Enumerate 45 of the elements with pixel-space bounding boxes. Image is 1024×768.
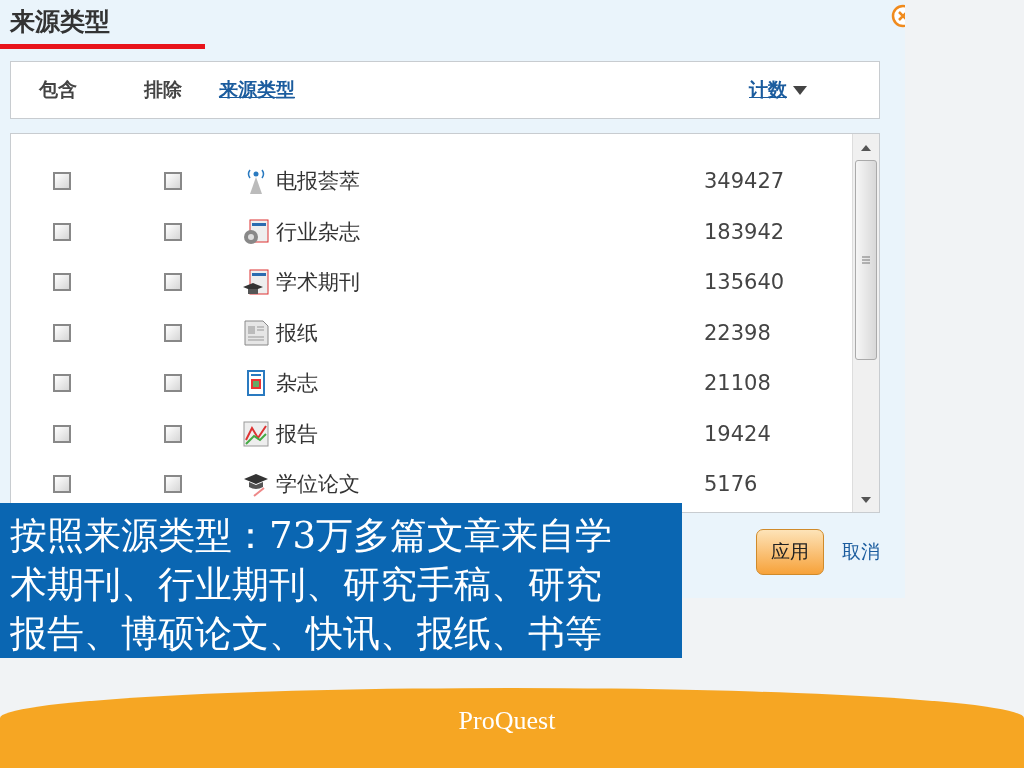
callout-text: 按照来源类型：73万多篇文章来自学术期刊、行业期刊、研究手稿、研究报告、博硕论文、快讯、报纸、书等 (10, 513, 614, 657)
count-value: 5176 (704, 472, 758, 497)
exclude-checkbox[interactable] (164, 424, 182, 443)
grip-icon (862, 256, 870, 264)
exclude-checkbox[interactable] (164, 374, 182, 393)
count-value: 135640 (704, 270, 785, 295)
include-checkbox[interactable] (53, 323, 71, 342)
line-chart-icon (242, 419, 270, 448)
column-header: 包含 (39, 77, 78, 102)
source-type-label: 电报荟萃 (276, 168, 361, 196)
count-value: 183942 (704, 219, 785, 244)
count-value: 22398 (704, 320, 771, 345)
include-checkbox[interactable] (53, 374, 71, 393)
include-checkbox[interactable] (53, 222, 71, 241)
include-checkbox[interactable] (53, 172, 71, 191)
column-link[interactable]: 来源类型 (219, 77, 749, 103)
cancel-link[interactable]: 取消 (842, 539, 880, 565)
include-checkbox[interactable] (53, 475, 71, 494)
exclude-checkbox[interactable] (164, 222, 182, 241)
source-type-label: 学术期刊 (276, 269, 361, 297)
scroll-down-icon (860, 494, 872, 504)
exclude-checkbox[interactable] (164, 172, 182, 191)
gear-document-icon (242, 217, 270, 246)
exclude-checkbox[interactable] (164, 475, 182, 494)
include-checkbox[interactable] (53, 424, 71, 443)
cap-document-icon (242, 268, 270, 297)
logo: ProQuest (458, 706, 556, 737)
scrollbar[interactable] (852, 134, 879, 512)
source-type-label: 行业杂志 (276, 218, 361, 246)
sort-caret-icon[interactable] (793, 85, 807, 95)
sort-link[interactable]: 计数 (749, 77, 787, 103)
source-type-label: 报告 (276, 420, 319, 448)
panel-title: 来源类型 (9, 6, 110, 38)
apply-button[interactable]: 应用 (756, 529, 824, 575)
source-type-label: 杂志 (276, 370, 319, 398)
column-header: 排除 (144, 77, 183, 102)
include-checkbox[interactable] (53, 273, 71, 292)
source-type-label: 学位论文 (276, 471, 361, 499)
newspaper-icon (242, 318, 270, 347)
exclude-checkbox[interactable] (164, 323, 182, 342)
count-value: 349427 (704, 169, 785, 194)
exclude-checkbox[interactable] (164, 273, 182, 292)
source-type-label: 报纸 (276, 319, 319, 347)
count-value: 21108 (704, 371, 771, 396)
count-value: 19424 (704, 421, 771, 446)
